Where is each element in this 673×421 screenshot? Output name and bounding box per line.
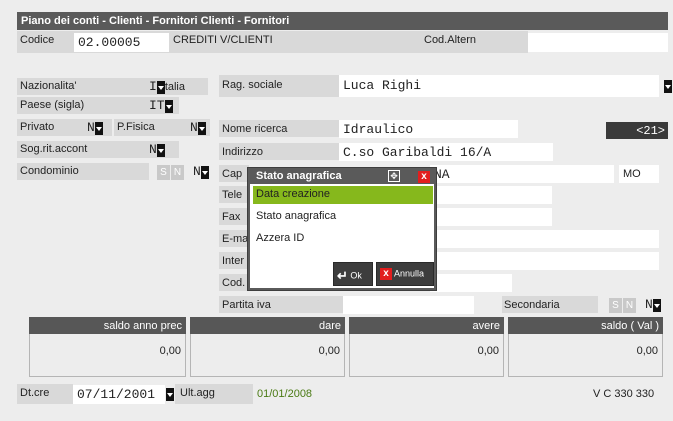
- close-icon[interactable]: x: [418, 171, 430, 183]
- condominio-field[interactable]: SNN: [157, 163, 213, 180]
- email-label: E-ma: [219, 230, 249, 247]
- nome-ricerca-label: Nome ricerca: [219, 120, 339, 137]
- chevron-down-icon[interactable]: [164, 99, 173, 113]
- email-input[interactable]: [430, 230, 659, 248]
- ultagg-label: Ult.agg: [175, 384, 253, 404]
- cod-label: Cod.: [219, 274, 249, 291]
- rag-sociale-input[interactable]: Luca Righi: [339, 75, 659, 97]
- summary-header: saldo ( Val ): [508, 317, 663, 334]
- codice-description: CREDITI V/CLIENTI: [170, 31, 418, 53]
- summary-col-saldo-prec: saldo anno prec 0,00: [29, 317, 186, 377]
- sog-rit-label: Sog.rit.accont: [17, 141, 149, 158]
- chevron-down-icon[interactable]: [200, 165, 209, 179]
- paese-value: IT: [149, 98, 165, 113]
- secondaria-field[interactable]: SNN: [609, 296, 669, 313]
- menu-item-stato-anagrafica[interactable]: Stato anagrafica: [253, 208, 433, 226]
- secondaria-s-option[interactable]: S: [609, 298, 622, 313]
- chevron-down-icon[interactable]: [664, 80, 672, 93]
- pfisica-label: P.Fisica: [114, 119, 190, 136]
- city-input[interactable]: NA: [430, 165, 614, 183]
- internet-label: Inter: [219, 252, 249, 269]
- nazionalita-text: talia: [164, 81, 185, 93]
- chevron-down-icon[interactable]: [197, 121, 206, 135]
- nome-ricerca-input[interactable]: Idraulico: [339, 120, 518, 138]
- partita-iva-label: Partita iva: [219, 296, 343, 313]
- indirizzo-label: Indirizzo: [219, 143, 339, 160]
- cancel-icon: x: [380, 268, 392, 280]
- pfisica-field[interactable]: N: [190, 119, 210, 136]
- chevron-down-icon[interactable]: [156, 143, 165, 157]
- telefono-input[interactable]: [430, 186, 552, 204]
- summary-value: 0,00: [190, 334, 345, 377]
- chevron-down-icon[interactable]: [156, 80, 165, 94]
- menu-item-azzera-id[interactable]: Azzera ID: [253, 230, 433, 248]
- codice-input[interactable]: 02.00005: [74, 33, 169, 52]
- summary-col-avere: avere 0,00: [349, 317, 504, 377]
- chevron-down-icon[interactable]: [652, 298, 661, 312]
- summary-value: 0,00: [349, 334, 504, 377]
- code-badge: <21>: [606, 122, 668, 139]
- secondaria-value: N: [645, 297, 653, 312]
- chevron-down-icon[interactable]: [94, 121, 103, 135]
- sog-rit-value: N: [149, 142, 157, 157]
- cod-altern-input[interactable]: [528, 33, 668, 52]
- fax-input[interactable]: [430, 208, 552, 226]
- condominio-s-option[interactable]: S: [157, 165, 170, 180]
- paese-field[interactable]: IT: [149, 97, 179, 114]
- privato-label: Privato: [17, 119, 87, 136]
- menu-item-data-creazione[interactable]: Data creazione: [253, 186, 433, 204]
- summary-value: 0,00: [29, 334, 186, 377]
- summary-header: avere: [349, 317, 504, 334]
- partita-iva-input[interactable]: [343, 296, 474, 314]
- enter-icon: ↵: [337, 268, 348, 283]
- sog-rit-field[interactable]: N: [149, 141, 179, 158]
- cap-label: Cap: [219, 165, 249, 182]
- codice-label: Codice: [20, 34, 55, 46]
- condominio-n-option[interactable]: N: [171, 165, 184, 180]
- dialog-title: Stato anagrafica: [256, 170, 342, 182]
- move-icon[interactable]: ✥: [388, 170, 400, 182]
- summary-header: saldo anno prec: [29, 317, 186, 334]
- stato-anagrafica-dialog: Stato anagrafica ✥ x Data creazione Stat…: [247, 167, 437, 291]
- rag-sociale-label: Rag. sociale: [219, 75, 339, 97]
- ultagg-value: 01/01/2008: [257, 388, 313, 400]
- summary-col-saldo-val: saldo ( Val ) 0,00: [508, 317, 663, 377]
- secondaria-n-option[interactable]: N: [623, 298, 636, 313]
- cod-input[interactable]: [430, 274, 512, 292]
- internet-input[interactable]: [430, 252, 659, 270]
- condominio-value: N: [193, 164, 201, 179]
- version-label: V C 330 330: [593, 388, 655, 400]
- nazionalita-value: I: [149, 79, 157, 94]
- telefono-label: Tele: [219, 186, 249, 203]
- chevron-down-icon[interactable]: [166, 388, 174, 401]
- privato-value: N: [87, 120, 95, 135]
- condominio-label: Condominio: [17, 163, 149, 180]
- prov-input[interactable]: MO: [619, 165, 659, 183]
- dtcre-input[interactable]: 07/11/2001: [73, 385, 165, 404]
- pfisica-value: N: [190, 120, 198, 135]
- nazionalita-label: Nazionalita': [17, 78, 149, 95]
- window-title: Piano dei conti - Clienti - Fornitori Cl…: [17, 12, 668, 30]
- ok-button[interactable]: ↵ Ok: [333, 262, 373, 286]
- dtcre-label: Dt.cre: [17, 384, 73, 404]
- fax-label: Fax: [219, 208, 249, 225]
- annulla-button[interactable]: x Annulla: [376, 262, 434, 286]
- summary-header: dare: [190, 317, 345, 334]
- secondaria-label: Secondaria: [502, 296, 598, 313]
- summary-col-dare: dare 0,00: [190, 317, 345, 377]
- summary-value: 0,00: [508, 334, 663, 377]
- privato-field[interactable]: N: [87, 119, 112, 136]
- indirizzo-input[interactable]: C.so Garibaldi 16/A: [339, 143, 553, 161]
- paese-label: Paese (sigla): [17, 97, 149, 114]
- nazionalita-field[interactable]: Italia: [149, 78, 208, 95]
- cod-altern-label: Cod.Altern: [418, 31, 528, 53]
